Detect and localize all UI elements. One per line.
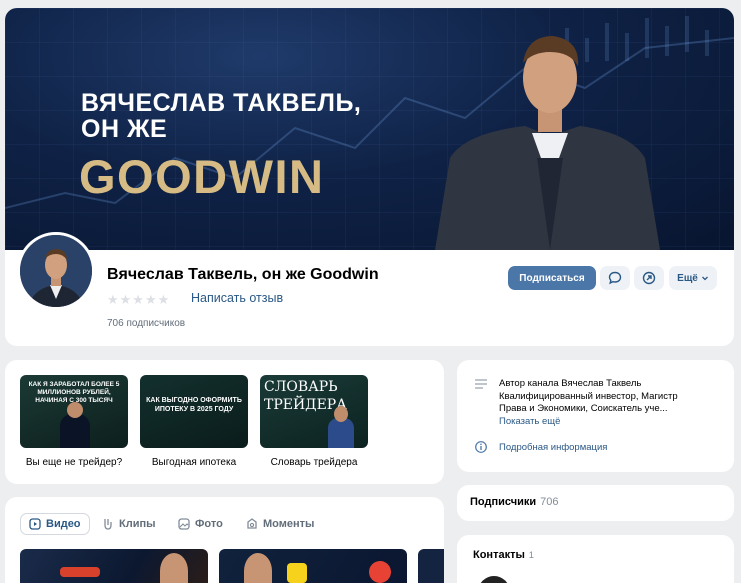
show-more-link[interactable]: Показать ещё: [499, 416, 560, 427]
tab-moments[interactable]: Моменты: [246, 513, 314, 535]
cover-brand: GOODWIN: [79, 150, 325, 203]
video-icon: [29, 518, 41, 530]
tab-label: Моменты: [263, 518, 315, 530]
video-thumb-2[interactable]: [219, 549, 407, 583]
photo-icon: [178, 518, 190, 530]
description-icon: [475, 379, 487, 389]
playlist-label[interactable]: Словарь трейдера: [254, 457, 374, 468]
info-icon: [475, 441, 487, 453]
subscribers-title[interactable]: Подписчики 706: [470, 496, 558, 508]
share-button[interactable]: [634, 266, 664, 290]
moments-icon: [247, 518, 257, 529]
share-icon: [642, 271, 656, 285]
details-link[interactable]: Подробная информация: [499, 442, 607, 453]
playlist-thumb-text: КАК ВЫГОДНО ОФОРМИТЬ ИПОТЕКУ В 2025 ГОДУ: [146, 397, 242, 413]
rating-stars[interactable]: ★★★★★: [107, 292, 170, 308]
chevron-down-icon: [701, 276, 708, 281]
cover-title-line1: ВЯЧЕСЛАВ ТАКВЕЛЬ,: [81, 89, 362, 117]
playlist-label[interactable]: Вы еще не трейдер?: [14, 457, 134, 468]
more-button-label: Ещё: [677, 272, 698, 284]
clips-icon: [104, 519, 112, 530]
contacts-title[interactable]: Контакты 1: [473, 549, 534, 561]
cover-title-line2: ОН ЖЕ: [81, 115, 168, 143]
subscribe-button[interactable]: Подписаться: [508, 266, 596, 290]
tab-label: Клипы: [119, 518, 156, 530]
playlist-thumb-3[interactable]: СЛОВАРЬ ТРЕЙДЕРА: [260, 375, 368, 448]
subscribers-title-label: Подписчики: [470, 496, 537, 508]
tab-label: Фото: [195, 518, 223, 530]
contacts-title-label: Контакты: [473, 549, 525, 561]
about-description: Автор канала Вячеслав Таквель Квалифицир…: [499, 378, 699, 428]
video-thumb-1[interactable]: [20, 549, 208, 583]
tab-clips[interactable]: Клипы: [102, 513, 156, 535]
playlist-thumb-text: СЛОВАРЬ ТРЕЙДЕРА: [264, 379, 347, 413]
contacts-count-badge: 1: [528, 550, 534, 560]
tab-label: Видео: [46, 518, 81, 530]
avatar-photo: [20, 235, 92, 307]
avatar[interactable]: [17, 232, 95, 310]
more-button[interactable]: Ещё: [669, 266, 717, 290]
about-text: Автор канала Вячеслав Таквель Квалифицир…: [499, 378, 678, 414]
tab-photos[interactable]: Фото: [178, 513, 223, 535]
message-button[interactable]: [600, 266, 630, 290]
profile-name: Вячеслав Таквель, он же Goodwin: [107, 266, 379, 283]
subscribers-count[interactable]: 706 подписчиков: [107, 318, 185, 329]
playlist-thumb-1[interactable]: КАК Я ЗАРАБОТАЛ БОЛЕЕ 5 МИЛЛИОНОВ РУБЛЕЙ…: [20, 375, 128, 448]
tab-video[interactable]: Видео: [20, 513, 90, 535]
playlist-thumb-2[interactable]: КАК ВЫГОДНО ОФОРМИТЬ ИПОТЕКУ В 2025 ГОДУ: [140, 375, 248, 448]
video-thumb-3[interactable]: [418, 549, 444, 583]
cover-image: ВЯЧЕСЛАВ ТАКВЕЛЬ, ОН ЖЕ GOODWIN: [5, 8, 734, 250]
message-icon: [608, 271, 622, 285]
playlist-label[interactable]: Выгодная ипотека: [134, 457, 254, 468]
write-review-link[interactable]: Написать отзыв: [191, 291, 283, 305]
subscribers-count-badge: 706: [540, 496, 559, 508]
